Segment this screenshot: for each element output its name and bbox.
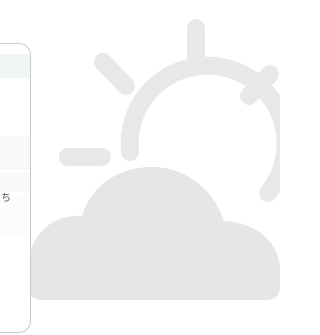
- panel-glyph: ち: [1, 193, 11, 204]
- list-item[interactable]: [0, 172, 30, 192]
- sidebar-panel: ち: [0, 43, 31, 333]
- screen: ち: [0, 0, 280, 335]
- panel-header-strip: [0, 54, 30, 78]
- list-item[interactable]: [0, 136, 30, 170]
- partly-cloudy-icon: [28, 19, 280, 300]
